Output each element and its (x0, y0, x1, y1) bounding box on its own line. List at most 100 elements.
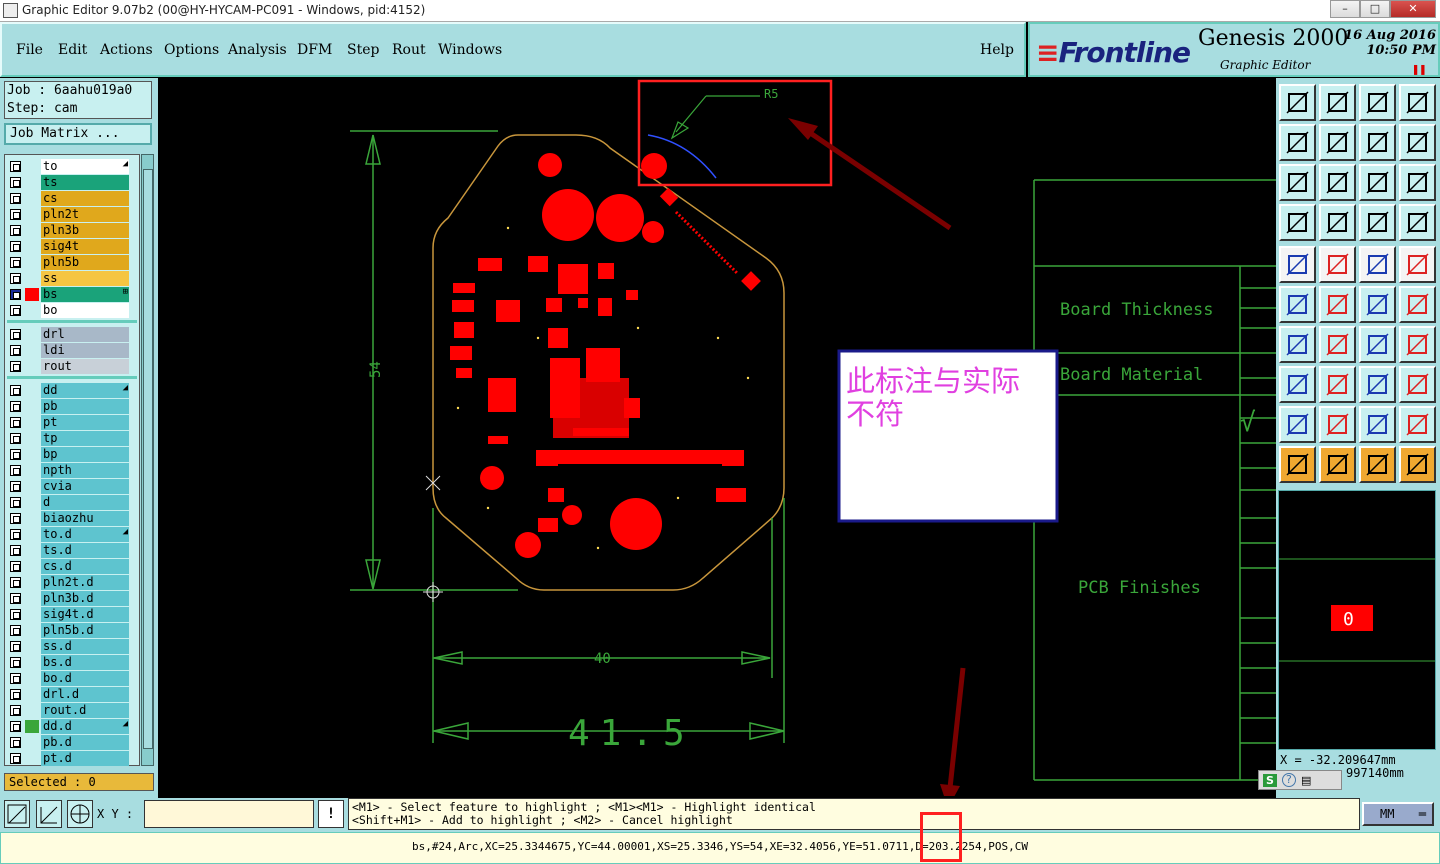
layer-scrollbar[interactable] (141, 154, 154, 766)
layer-row-pln3b[interactable]: pln3b (7, 223, 129, 238)
layer-color-swatch[interactable] (25, 192, 39, 205)
graphics-canvas[interactable]: 54 40 41.5 R5 Board Thickness Board Mate… (158, 78, 1276, 808)
layer-row-cs.d[interactable]: cs.d (7, 559, 129, 574)
layer-color-swatch[interactable] (25, 752, 39, 765)
pause-icon[interactable]: ❚❚ (1412, 62, 1426, 76)
layer-color-swatch[interactable] (25, 224, 39, 237)
layer-checkbox[interactable] (10, 625, 21, 636)
layer-checkbox[interactable] (10, 345, 21, 356)
layer-checkbox[interactable] (10, 657, 21, 668)
layer-checkbox[interactable] (10, 497, 21, 508)
layer-checkbox[interactable] (10, 385, 21, 396)
arc-icon[interactable] (1399, 286, 1436, 323)
angle-icon[interactable] (1279, 326, 1316, 363)
snap-icon[interactable] (1319, 204, 1356, 241)
layer-row-ss[interactable]: ss (7, 271, 129, 286)
layer-row-npth[interactable]: npth (7, 463, 129, 478)
layer-color-swatch[interactable] (25, 528, 39, 541)
layer-row-pb.d[interactable]: pb.d (7, 735, 129, 750)
layers-icon[interactable] (1359, 204, 1396, 241)
layer-color-swatch[interactable] (25, 720, 39, 733)
rotate-icon[interactable] (1359, 326, 1396, 363)
unit-selector[interactable]: MM ═ (1362, 802, 1434, 826)
select-icon[interactable] (1279, 446, 1316, 483)
maximize-button[interactable]: □ (1360, 0, 1390, 18)
split-icon[interactable] (1319, 366, 1356, 403)
layer-row-bo.d[interactable]: bo.d (7, 671, 129, 686)
measure-icon[interactable] (1279, 204, 1316, 241)
layer-row-pln5b[interactable]: pln5b (7, 255, 129, 270)
layer-row-biaozhu[interactable]: biaozhu (7, 511, 129, 526)
layer-color-swatch[interactable] (25, 256, 39, 269)
resize-icon[interactable] (1359, 366, 1396, 403)
layer-checkbox[interactable] (10, 481, 21, 492)
layer-checkbox[interactable] (10, 289, 21, 300)
layer-color-swatch[interactable] (25, 400, 39, 413)
layer-color-swatch[interactable] (25, 576, 39, 589)
layer-color-swatch[interactable] (25, 736, 39, 749)
menu-edit[interactable]: Edit (58, 42, 87, 58)
layer-row-ts[interactable]: ts (7, 175, 129, 190)
page-up-icon[interactable] (1279, 84, 1316, 121)
layer-checkbox[interactable] (10, 593, 21, 604)
layer-color-swatch[interactable] (25, 512, 39, 525)
layer-checkbox[interactable] (10, 177, 21, 188)
help-icon[interactable] (1399, 164, 1436, 201)
ime-s-icon[interactable]: S (1263, 773, 1277, 787)
close-button[interactable]: ✕ (1390, 0, 1436, 18)
layer-color-swatch[interactable] (25, 608, 39, 621)
page-down-icon[interactable] (1319, 84, 1356, 121)
layer-color-swatch[interactable] (25, 328, 39, 341)
layer-checkbox[interactable] (10, 465, 21, 476)
layer-color-swatch[interactable] (25, 704, 39, 717)
layer-checkbox[interactable] (10, 577, 21, 588)
menu-analysis[interactable]: Analysis (228, 42, 287, 58)
layer-row-pln2t.d[interactable]: pln2t.d (7, 575, 129, 590)
layer-color-swatch[interactable] (25, 160, 39, 173)
menu-step[interactable]: Step (347, 42, 379, 58)
menu-rout[interactable]: Rout (392, 42, 426, 58)
zoom-out-icon[interactable] (1319, 124, 1356, 161)
layer-row-bs[interactable]: bs ⊞ (7, 287, 129, 302)
layer-checkbox[interactable] (10, 449, 21, 460)
layer-row-sig4t.d[interactable]: sig4t.d (7, 607, 129, 622)
overlay-icon[interactable] (1399, 124, 1436, 161)
net-icon[interactable] (1279, 366, 1316, 403)
layer-row-pln3b.d[interactable]: pln3b.d (7, 591, 129, 606)
layer-row-pb[interactable]: pb (7, 399, 129, 414)
job-matrix-button[interactable]: Job Matrix ... (4, 123, 152, 145)
layer-row-ldi[interactable]: ldi (7, 343, 129, 358)
layer-row-bs.d[interactable]: bs.d (7, 655, 129, 670)
layer-row-drl[interactable]: drl (7, 327, 129, 342)
layer-color-swatch[interactable] (25, 656, 39, 669)
layer-row-bp[interactable]: bp (7, 447, 129, 462)
slash-icon[interactable] (1319, 326, 1356, 363)
menu-file[interactable]: File (16, 42, 43, 58)
layer-checkbox[interactable] (10, 209, 21, 220)
layer-checkbox[interactable] (10, 545, 21, 556)
layer-row-drl.d[interactable]: drl.d (7, 687, 129, 702)
zoom-in-icon[interactable] (1279, 124, 1316, 161)
layer-row-to[interactable]: to ◢ (7, 159, 129, 174)
features-icon[interactable] (1399, 204, 1436, 241)
layer-row-ss.d[interactable]: ss.d (7, 639, 129, 654)
layer-color-swatch[interactable] (25, 624, 39, 637)
triangle-icon[interactable] (1279, 406, 1316, 443)
layer-row-pt[interactable]: pt (7, 415, 129, 430)
layer-color-swatch[interactable] (25, 176, 39, 189)
layer-row-d[interactable]: d (7, 495, 129, 510)
layer-checkbox[interactable] (10, 689, 21, 700)
layer-checkbox[interactable] (10, 513, 21, 524)
layer-checkbox[interactable] (10, 433, 21, 444)
select-area-icon[interactable] (1359, 446, 1396, 483)
line-icon[interactable] (1359, 286, 1396, 323)
layer-row-pln2t[interactable]: pln2t (7, 207, 129, 222)
layer-checkbox[interactable] (10, 241, 21, 252)
layer-row-sig4t[interactable]: sig4t (7, 239, 129, 254)
fit-icon[interactable] (1279, 164, 1316, 201)
layer-color-swatch[interactable] (25, 288, 39, 301)
layer-color-swatch[interactable] (25, 672, 39, 685)
layer-checkbox[interactable] (10, 161, 21, 172)
layer-checkbox[interactable] (10, 561, 21, 572)
menu-actions[interactable]: Actions (100, 42, 153, 58)
